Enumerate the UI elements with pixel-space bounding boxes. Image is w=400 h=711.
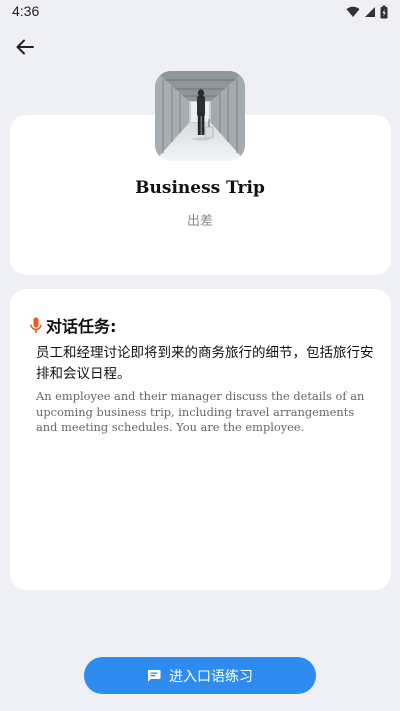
topic-cover-image — [155, 71, 245, 161]
task-heading: 对话任务: — [30, 313, 116, 337]
topic-subtitle: 出差 — [186, 214, 213, 229]
status-time: 4:36 — [12, 3, 40, 19]
task-heading-label: 对话任务: — [46, 317, 117, 336]
arrow-left-icon — [16, 39, 34, 55]
topic-title: Business Trip — [135, 178, 265, 198]
wifi-icon — [346, 6, 360, 18]
start-speaking-practice-button[interactable]: 进入口语练习 — [84, 657, 316, 694]
start-button-label: 进入口语练习 — [169, 668, 253, 685]
status-bar: 4:36 — [0, 0, 400, 24]
battery-icon — [380, 5, 388, 19]
signal-icon — [365, 7, 375, 17]
microphone-icon — [30, 317, 42, 333]
status-icons — [346, 4, 388, 20]
chat-icon — [147, 670, 161, 682]
task-description-cn: 员工和经理讨论即将到来的商务旅行的细节，包括旅行安排和会议日程。 — [36, 345, 374, 382]
back-button[interactable] — [10, 32, 40, 62]
task-description-en: An employee and their manager discuss th… — [36, 389, 365, 434]
